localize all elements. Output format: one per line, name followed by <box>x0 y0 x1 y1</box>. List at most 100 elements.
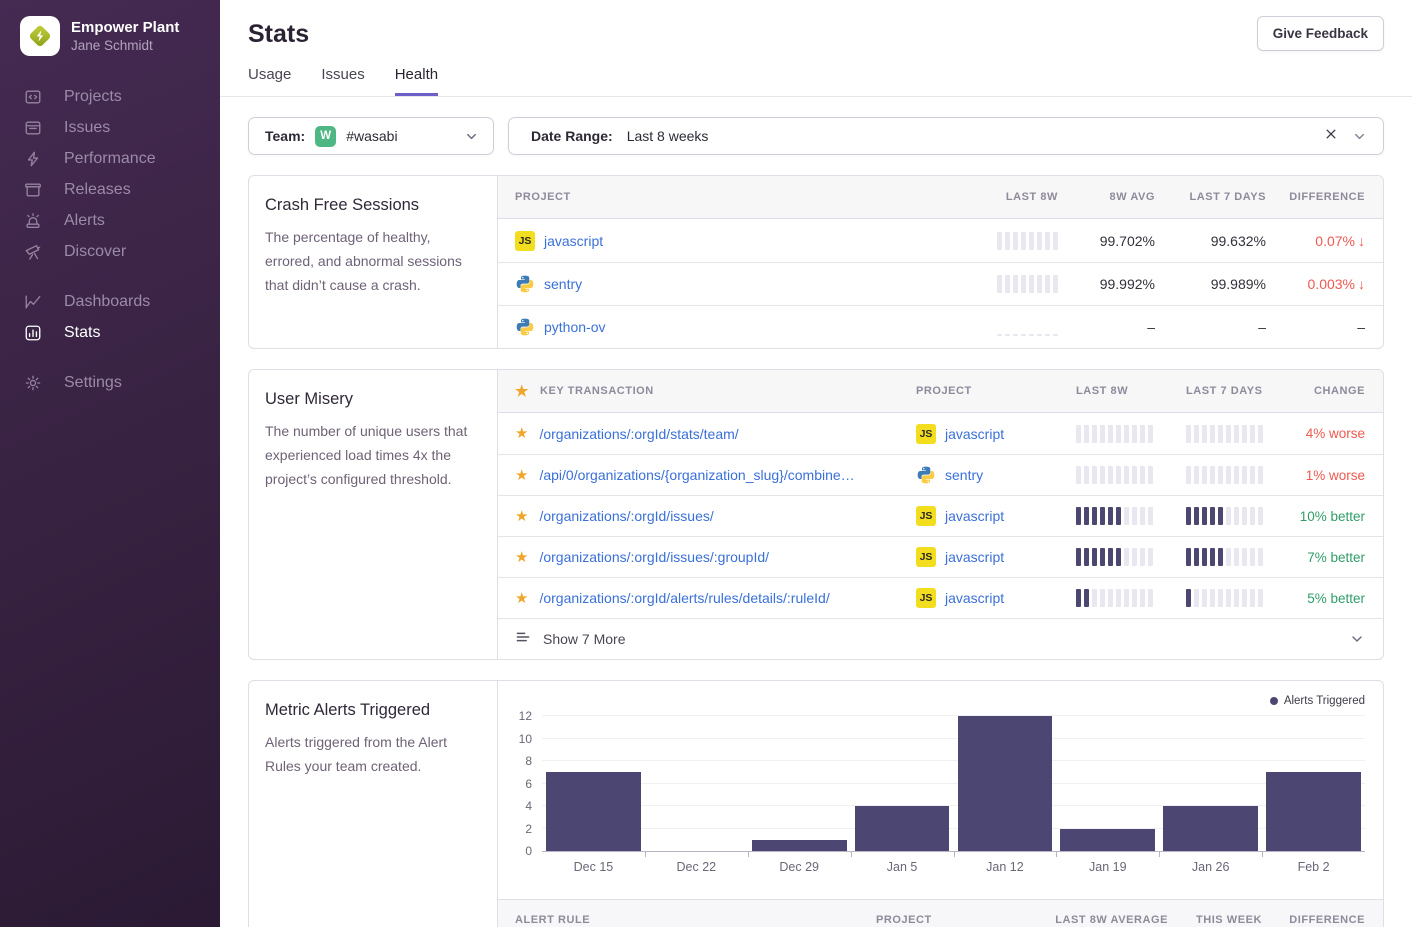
tab-bar: Usage Issues Health <box>248 66 1384 96</box>
column-header: PROJECT <box>876 914 1026 926</box>
sparkline <box>1186 589 1298 607</box>
team-label: Team: <box>265 128 305 144</box>
project-link[interactable]: javascript <box>945 508 1004 524</box>
chevron-down-icon <box>1349 631 1365 647</box>
transaction-link[interactable]: /organizations/:orgId/issues/:groupId/ <box>539 549 769 565</box>
transaction-link[interactable]: /api/0/organizations/{organization_slug}… <box>539 467 854 483</box>
chart-bar[interactable] <box>958 716 1053 851</box>
star-icon[interactable]: ★ <box>515 468 528 483</box>
discover-icon <box>24 243 42 261</box>
arrow-down-icon: ↓ <box>1358 276 1365 292</box>
give-feedback-button[interactable]: Give Feedback <box>1257 16 1384 51</box>
sidebar-item-label: Projects <box>64 88 122 106</box>
sidebar-item-alerts[interactable]: Alerts <box>0 205 220 236</box>
metric-alerts-panel: Metric Alerts Triggered Alerts triggered… <box>248 680 1384 927</box>
tab-issues[interactable]: Issues <box>321 66 364 96</box>
avg-8w-value: – <box>1058 319 1155 335</box>
sidebar-item-stats[interactable]: Stats <box>0 317 220 348</box>
project-link[interactable]: javascript <box>544 233 603 249</box>
sparkline <box>997 275 1058 293</box>
column-header: PROJECT <box>515 191 912 203</box>
chart-bar[interactable] <box>1163 806 1258 851</box>
org-switcher[interactable]: Empower Plant Jane Schmidt <box>0 16 220 56</box>
panel-description: The number of unique users that experien… <box>265 419 481 491</box>
team-value: #wasabi <box>346 128 397 144</box>
sidebar-item-label: Settings <box>64 374 122 392</box>
star-icon[interactable]: ★ <box>515 509 528 524</box>
chart-bar[interactable] <box>752 840 847 851</box>
chart-plot-area: 024681012 <box>542 717 1365 852</box>
project-link[interactable]: javascript <box>945 590 1004 606</box>
dashboards-icon <box>24 293 42 311</box>
last-7-days-value: 99.632% <box>1155 233 1266 249</box>
sidebar-nav-secondary: DashboardsStats <box>0 286 220 348</box>
alerts-chart: Alerts Triggered 024681012 Dec 15Dec 22D… <box>498 681 1383 882</box>
transaction-link[interactable]: /organizations/:orgId/stats/team/ <box>539 426 738 442</box>
project-link[interactable]: sentry <box>544 276 582 292</box>
sidebar-item-label: Alerts <box>64 212 105 230</box>
y-axis-tick-label: 6 <box>502 777 532 791</box>
star-icon[interactable]: ★ <box>515 426 528 441</box>
transaction-link[interactable]: /organizations/:orgId/issues/ <box>539 508 713 524</box>
show-more-button[interactable]: Show 7 More <box>498 618 1383 659</box>
python-platform-icon <box>515 317 535 337</box>
sidebar-item-releases[interactable]: Releases <box>0 174 220 205</box>
column-header: ALERT RULE <box>515 914 876 926</box>
x-axis-tick-label: Dec 22 <box>645 860 748 882</box>
column-header: PROJECT <box>916 385 1076 397</box>
column-header: LAST 8W <box>912 191 1058 203</box>
arrow-down-icon: ↓ <box>1358 233 1365 249</box>
javascript-platform-icon: JS <box>916 506 936 526</box>
chart-bar[interactable] <box>855 806 950 851</box>
crash-table-header: PROJECTLAST 8W8W AVGLAST 7 DAYSDIFFERENC… <box>498 176 1383 219</box>
change-value: 1% worse <box>1298 468 1365 483</box>
sidebar-item-label: Performance <box>64 150 156 168</box>
difference-value: 0.07%↓ <box>1266 233 1365 249</box>
transaction-link[interactable]: /organizations/:orgId/alerts/rules/detai… <box>539 590 829 606</box>
tab-usage[interactable]: Usage <box>248 66 291 96</box>
x-axis-tick-label: Jan 12 <box>954 860 1057 882</box>
chart-bar[interactable] <box>546 772 641 851</box>
project-link[interactable]: sentry <box>945 467 983 483</box>
table-row: ★/organizations/:orgId/issues/:groupId/J… <box>498 536 1383 577</box>
column-header: THIS WEEK <box>1168 914 1262 926</box>
python-platform-icon <box>916 465 936 485</box>
sidebar-nav-footer: Settings <box>0 367 220 398</box>
column-header: 8W AVG <box>1058 191 1155 203</box>
chart-bar[interactable] <box>1266 772 1361 851</box>
sparkline <box>1076 507 1186 525</box>
main-area: Stats Give Feedback UsageIssuesHealth Te… <box>220 0 1412 927</box>
chart-bar[interactable] <box>1060 829 1155 852</box>
difference-value: 0.003%↓ <box>1266 276 1365 292</box>
column-header: LAST 7 DAYS <box>1155 191 1266 203</box>
sidebar-item-settings[interactable]: Settings <box>0 367 220 398</box>
star-icon[interactable]: ★ <box>515 550 528 565</box>
column-header: LAST 8W <box>1076 385 1186 397</box>
project-link[interactable]: javascript <box>945 426 1004 442</box>
tab-health[interactable]: Health <box>395 66 438 96</box>
sidebar-item-projects[interactable]: Projects <box>0 81 220 112</box>
column-header: DIFFERENCE <box>1266 191 1365 203</box>
sidebar-item-dashboards[interactable]: Dashboards <box>0 286 220 317</box>
panel-description: The percentage of healthy, errored, and … <box>265 225 481 297</box>
clear-icon[interactable] <box>1324 127 1338 146</box>
x-axis-tick-label: Jan 26 <box>1159 860 1262 882</box>
project-link[interactable]: javascript <box>945 549 1004 565</box>
chevron-down-icon <box>1352 129 1367 144</box>
avg-8w-value: 99.992% <box>1058 276 1155 292</box>
python-platform-icon <box>515 274 535 294</box>
date-range-select[interactable]: Date Range: Last 8 weeks <box>508 117 1384 155</box>
user-misery-panel: User Misery The number of unique users t… <box>248 369 1384 660</box>
sparkline <box>1186 425 1298 443</box>
y-axis-tick-label: 0 <box>502 844 532 858</box>
team-select[interactable]: Team: W #wasabi <box>248 117 494 155</box>
panel-title: User Misery <box>265 390 481 409</box>
project-link[interactable]: python-ov <box>544 319 605 335</box>
last-7-days-value: – <box>1155 319 1266 335</box>
star-icon: ★ <box>515 384 529 399</box>
sidebar-item-performance[interactable]: Performance <box>0 143 220 174</box>
sidebar-item-issues[interactable]: Issues <box>0 112 220 143</box>
releases-icon <box>24 181 42 199</box>
sidebar-item-discover[interactable]: Discover <box>0 236 220 267</box>
star-icon[interactable]: ★ <box>515 591 528 606</box>
